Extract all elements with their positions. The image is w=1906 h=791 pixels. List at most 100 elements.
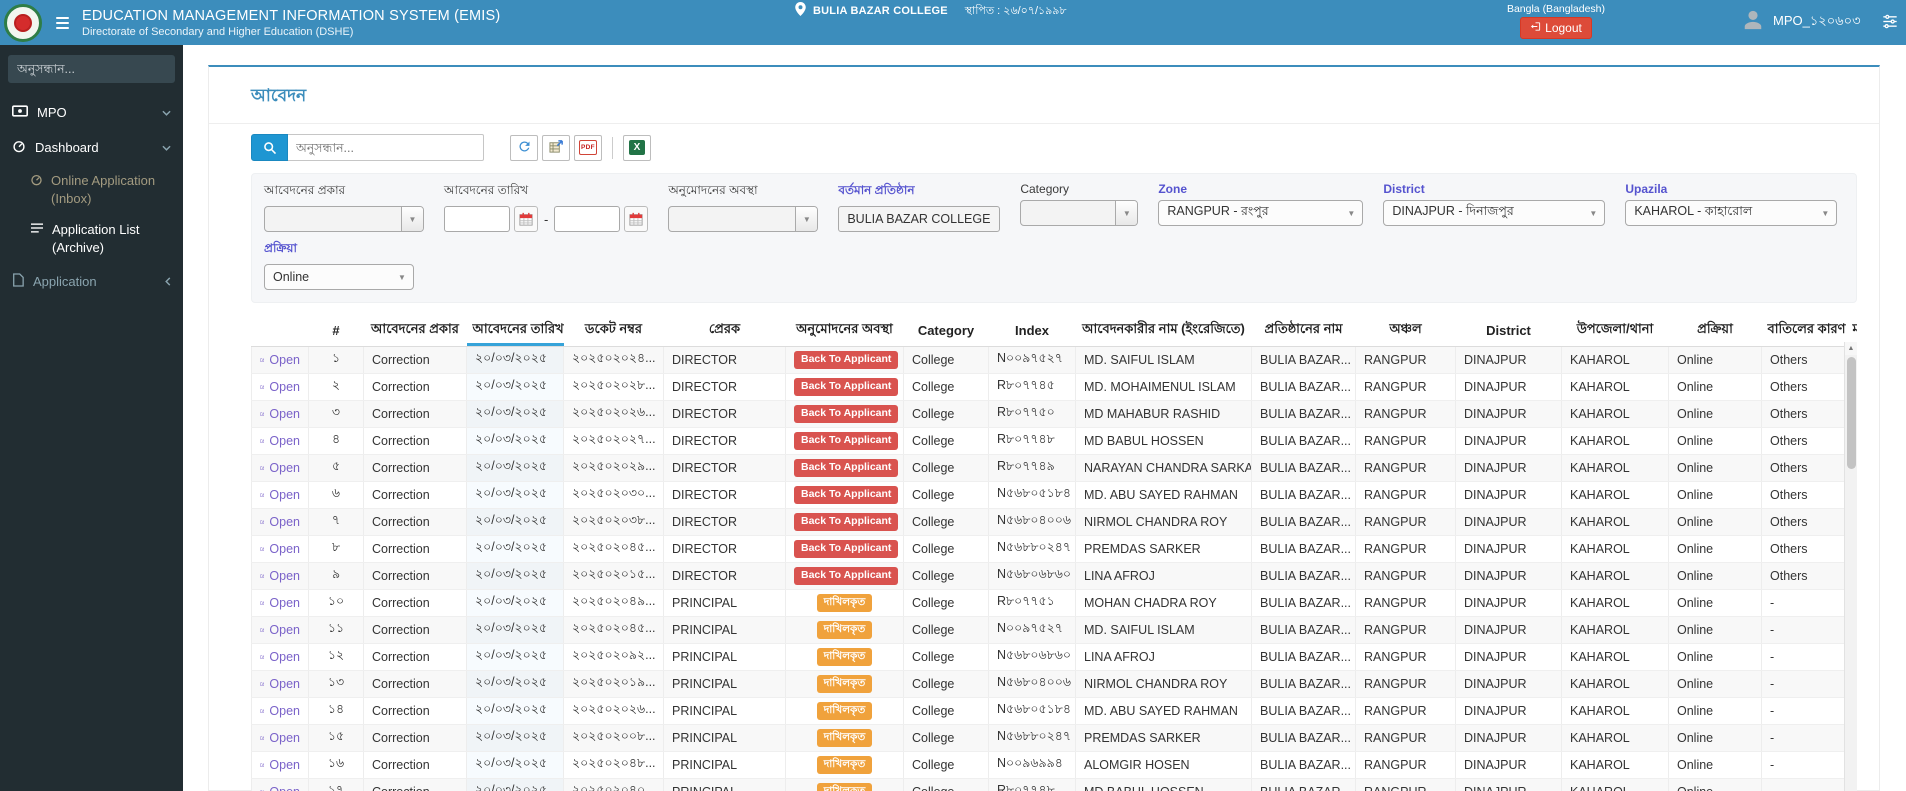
table-row: Open ৮ Correction ২০/০৩/২০২৫ ২০২৫০২০৪৫... DIR… — [251, 535, 1857, 563]
col-header-institution[interactable]: প্রতিষ্ঠানের নাম — [1251, 315, 1356, 347]
open-link[interactable]: Open — [260, 785, 300, 791]
cell-type: Correction — [363, 616, 467, 644]
col-header-docket[interactable]: ডকেট নম্বর — [563, 315, 664, 347]
col-header-open[interactable] — [251, 315, 309, 347]
cell-docket: ২০২৫০২০৪৮... — [563, 751, 664, 779]
open-link[interactable]: Open — [260, 353, 300, 367]
logout-button[interactable]: Logout — [1520, 17, 1592, 39]
cell-type: Correction — [363, 373, 467, 401]
application-type-dropdown[interactable]: ▼ — [264, 206, 424, 232]
col-header-upazila[interactable]: উপজেলা/থানা — [1561, 315, 1669, 347]
table-search-input[interactable] — [288, 134, 484, 161]
cell-docket: ২০২৫০২০১৫... — [563, 562, 664, 590]
open-link[interactable]: Open — [260, 542, 300, 556]
filter-district-label: District — [1383, 182, 1425, 196]
table-row: Open ১২ Correction ২০/০৩/২০২৫ ২০২৫০২০৯২... PR… — [251, 643, 1857, 671]
open-link[interactable]: Open — [260, 461, 300, 475]
cell-docket: ২০২৫০২০৩৮... — [563, 508, 664, 536]
cell-category: College — [903, 616, 989, 644]
date-from-input[interactable] — [444, 206, 510, 232]
sidebar-search-input[interactable] — [9, 56, 174, 82]
col-header-date[interactable]: আবেদনের তারিখ — [466, 315, 564, 347]
chevron-left-icon — [165, 276, 171, 286]
cell-date: ২০/০৩/২০২৫ — [466, 670, 564, 698]
table-body: Open ১ Correction ২০/০৩/২০২৫ ২০২৫০২০২৪... DIR… — [251, 346, 1857, 791]
date-to-input[interactable] — [554, 206, 621, 232]
open-link[interactable]: Open — [260, 380, 300, 394]
process-dropdown[interactable]: Online ▼ — [264, 264, 414, 290]
open-link[interactable]: Open — [260, 569, 300, 583]
cell-serial: ৮ — [308, 535, 364, 563]
sidebar-item-online-application-inbox[interactable]: Online Application (Inbox) — [0, 165, 183, 214]
cell-upazila: KAHAROL — [1561, 400, 1669, 428]
settings-sliders-icon[interactable] — [1882, 14, 1898, 34]
upazila-dropdown[interactable]: KAHAROL - কাহারোল ▼ — [1625, 200, 1838, 226]
district-dropdown[interactable]: DINAJPUR - দিনাজপুর ▼ — [1383, 200, 1606, 226]
cell-institution: BULIA BAZAR... — [1251, 562, 1356, 590]
table-row: Open ৯ Correction ২০/০৩/২০২৫ ২০২৫০২০১৫... DIR… — [251, 562, 1857, 590]
cell-process: Online — [1668, 427, 1762, 455]
cell-cancel-reason: - — [1761, 670, 1847, 698]
col-header-category[interactable]: Category — [903, 315, 989, 347]
col-header-process[interactable]: প্রক্রিয়া — [1668, 315, 1762, 347]
sidebar-item-application-list-archive[interactable]: Application List (Archive) — [0, 214, 183, 263]
current-institution-input[interactable] — [838, 206, 1001, 232]
category-dropdown[interactable]: ▼ — [1020, 200, 1139, 226]
vertical-scrollbar[interactable]: ▲ — [1844, 342, 1857, 791]
cell-process: Online — [1668, 346, 1762, 374]
col-header-sender[interactable]: প্রেরক — [663, 315, 786, 347]
open-link[interactable]: Open — [260, 434, 300, 448]
col-header-status[interactable]: অনুমোদনের অবস্থা — [785, 315, 904, 347]
col-header-type[interactable]: আবেদনের প্রকার — [363, 315, 467, 347]
cell-index: N৫৬৮৮০২৪৭ — [988, 535, 1076, 563]
open-link[interactable]: Open — [260, 407, 300, 421]
cell-district: DINAJPUR — [1455, 778, 1562, 791]
cell-upazila: KAHAROL — [1561, 562, 1669, 590]
col-header-cancel-reason[interactable]: বাতিলের কারণ — [1761, 315, 1847, 347]
export-pdf-button[interactable]: PDF — [574, 134, 602, 161]
cell-sender: PRINCIPAL — [663, 724, 786, 752]
export-excel-button[interactable]: X — [623, 134, 651, 161]
calendar-icon[interactable] — [514, 206, 538, 232]
sidebar-item-mpo[interactable]: MPO — [0, 95, 183, 129]
user-menu[interactable]: MPO_১২০৬০৩ — [1742, 0, 1861, 45]
cell-sender: PRINCIPAL — [663, 751, 786, 779]
hamburger-menu-icon[interactable] — [56, 16, 69, 29]
cell-date: ২০/০৩/২০২৫ — [466, 427, 564, 455]
scrollbar-thumb[interactable] — [1846, 357, 1856, 469]
scroll-up-arrow[interactable]: ▲ — [1845, 342, 1857, 355]
export-table-button[interactable] — [542, 134, 570, 161]
col-header-zone[interactable]: অঞ্চল — [1355, 315, 1456, 347]
excel-icon: X — [629, 140, 645, 155]
col-header-district[interactable]: District — [1455, 315, 1562, 347]
cell-date: ২০/০৩/২০২৫ — [466, 373, 564, 401]
cell-serial: ১৭ — [308, 778, 364, 791]
calendar-icon[interactable] — [624, 206, 649, 232]
language-selector[interactable]: Bangla (Bangladesh) — [1496, 3, 1616, 15]
open-link[interactable]: Open — [260, 515, 300, 529]
cell-sender: DIRECTOR — [663, 535, 786, 563]
col-header-serial[interactable]: # — [308, 315, 364, 347]
search-button[interactable] — [251, 134, 288, 161]
open-link[interactable]: Open — [260, 758, 300, 772]
col-header-applicant-name[interactable]: আবেদনকারীর নাম (ইংরেজিতে) — [1075, 315, 1252, 347]
cell-cancel-reason: Others — [1761, 535, 1847, 563]
sidebar-item-application[interactable]: Application — [0, 263, 183, 299]
cell-docket: ২০২৫০২০৪৫... — [563, 535, 664, 563]
open-link[interactable]: Open — [260, 677, 300, 691]
open-link[interactable]: Open — [260, 488, 300, 502]
refresh-button[interactable] — [510, 134, 538, 161]
cell-docket: ২০২৫০২০৯২... — [563, 643, 664, 671]
open-link[interactable]: Open — [260, 596, 300, 610]
cell-serial: ১৫ — [308, 724, 364, 752]
dashboard-gauge-icon — [12, 138, 26, 156]
open-link[interactable]: Open — [260, 623, 300, 637]
open-link[interactable]: Open — [260, 731, 300, 745]
open-link[interactable]: Open — [260, 650, 300, 664]
col-header-index[interactable]: Index — [988, 315, 1076, 347]
open-link[interactable]: Open — [260, 704, 300, 718]
sidebar-item-dashboard[interactable]: Dashboard — [0, 129, 183, 165]
zone-dropdown[interactable]: RANGPUR - রংপুর ▼ — [1158, 200, 1364, 226]
top-header-bar: EDUCATION MANAGEMENT INFORMATION SYSTEM … — [0, 0, 1906, 45]
approval-status-dropdown[interactable]: ▼ — [668, 206, 819, 232]
